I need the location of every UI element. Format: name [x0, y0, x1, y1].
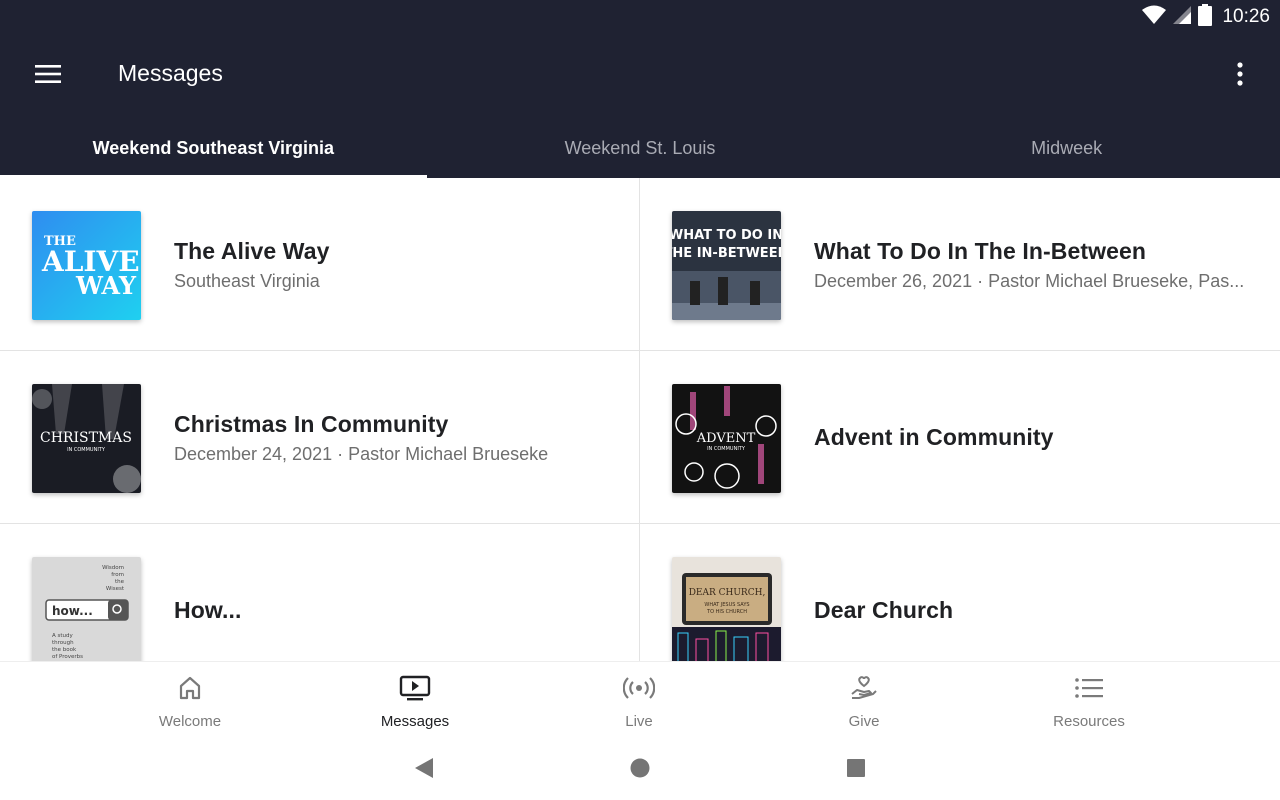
item-title: How...	[174, 597, 242, 623]
thumb-text: IN COMMUNITY	[707, 446, 746, 452]
item-text: Dear Church	[814, 524, 1254, 661]
tab-midweek[interactable]: Midweek	[853, 118, 1280, 178]
more-vert-icon	[1236, 61, 1244, 91]
thumb-text: DEAR CHURCH,	[689, 588, 766, 598]
thumb-text: WHAT TO DO IN	[672, 228, 781, 243]
system-navigation-bar	[0, 739, 1280, 800]
series-thumbnail: THE ALIVE WAY	[32, 211, 141, 320]
tab-weekend-st-louis[interactable]: Weekend St. Louis	[427, 118, 854, 178]
list-item[interactable]: DEAR CHURCH, WHAT JESUS SAYS TO HIS CHUR…	[640, 524, 1280, 661]
item-text: What To Do In The In-Between December 26…	[814, 178, 1254, 351]
item-text: How...	[174, 524, 614, 661]
nav-give[interactable]: Give	[804, 674, 924, 734]
nav-label: Live	[625, 713, 653, 730]
overflow-menu-button[interactable]	[1218, 54, 1262, 98]
thumb-text: ADVENT	[696, 431, 756, 446]
nav-label: Welcome	[158, 713, 222, 730]
item-text: The Alive Way Southeast Virginia	[174, 178, 614, 351]
messages-list[interactable]: THE ALIVE WAY The Alive Way Southeast Vi…	[0, 178, 1280, 661]
system-home-button[interactable]	[626, 757, 654, 783]
item-title: The Alive Way	[174, 237, 330, 264]
nav-label: Resources	[1053, 713, 1125, 730]
system-recents-button[interactable]	[842, 757, 870, 783]
thumb-text: WHAT JESUS SAYS	[704, 602, 749, 608]
thumb-text: A study	[52, 633, 74, 639]
thumb-text: Wisest	[106, 586, 125, 592]
nav-resources[interactable]: Resources	[1029, 674, 1149, 734]
home-icon	[176, 674, 204, 707]
system-back-button[interactable]	[410, 757, 438, 783]
list-item[interactable]: Wisdom from the Wisest how... A study th…	[0, 524, 640, 661]
thumb-text: CHRISTMAS	[40, 430, 132, 446]
item-text: Christmas In Community December 24, 2021…	[174, 351, 614, 524]
item-title: What To Do In The In-Between	[814, 237, 1147, 264]
recents-square-icon	[845, 757, 867, 784]
thumb-text: WAY	[75, 271, 137, 300]
hamburger-menu-icon	[35, 64, 61, 89]
thumb-text: Wisdom	[102, 565, 124, 571]
menu-button[interactable]	[22, 54, 74, 98]
series-thumbnail: CHRISTMAS IN COMMUNITY	[32, 384, 141, 493]
list-item[interactable]: ADVENT IN COMMUNITY Advent in Community	[640, 351, 1280, 524]
hand-heart-icon	[849, 674, 879, 707]
item-title: Christmas In Community	[174, 410, 449, 437]
thumb-text: the	[115, 579, 125, 585]
item-title: Advent in Community	[814, 424, 1054, 450]
status-icons: 10:26	[1142, 3, 1270, 31]
thumb-text: TO HIS CHURCH	[706, 609, 747, 615]
item-text: Advent in Community	[814, 351, 1254, 524]
tab-weekend-southeast-virginia[interactable]: Weekend Southeast Virginia	[0, 118, 427, 178]
item-title: Dear Church	[814, 597, 954, 623]
series-thumbnail: Wisdom from the Wisest how... A study th…	[32, 557, 141, 661]
home-circle-icon	[629, 757, 651, 784]
page-title: Messages	[118, 60, 223, 86]
thumb-text: through	[52, 640, 74, 646]
broadcast-icon	[622, 674, 656, 707]
thumb-text: from	[111, 572, 124, 578]
wifi-icon	[1142, 5, 1167, 30]
series-thumbnail: WHAT TO DO IN THE IN-BETWEEN	[672, 211, 781, 320]
back-triangle-icon	[413, 757, 435, 784]
item-subtitle: Southeast Virginia	[174, 270, 320, 291]
signal-icon	[1172, 5, 1192, 30]
list-item[interactable]: THE ALIVE WAY The Alive Way Southeast Vi…	[0, 178, 640, 351]
series-thumbnail: DEAR CHURCH, WHAT JESUS SAYS TO HIS CHUR…	[672, 557, 781, 661]
nav-label: Give	[848, 713, 880, 730]
tab-bar: Weekend Southeast Virginia Weekend St. L…	[0, 118, 1280, 178]
bottom-navigation: Welcome Messages Live Give Resources	[0, 661, 1280, 739]
thumb-text: THE IN-BETWEEN	[672, 246, 781, 261]
list-item[interactable]: WHAT TO DO IN THE IN-BETWEEN What To Do …	[640, 178, 1280, 351]
nav-messages[interactable]: Messages	[355, 674, 475, 734]
nav-live[interactable]: Live	[579, 674, 699, 734]
video-player-icon	[399, 674, 431, 707]
thumb-text: of Proverbs	[52, 654, 83, 660]
status-bar: 10:26	[0, 0, 1280, 34]
item-subtitle: December 24, 2021 · Pastor Michael Brues…	[174, 443, 549, 464]
thumb-text: the book	[52, 647, 77, 653]
nav-label: Messages	[380, 713, 450, 730]
status-time: 10:26	[1222, 6, 1270, 27]
list-icon	[1074, 674, 1104, 707]
thumb-text: IN COMMUNITY	[67, 447, 106, 453]
battery-icon	[1198, 3, 1213, 31]
list-item[interactable]: CHRISTMAS IN COMMUNITY Christmas In Comm…	[0, 351, 640, 524]
item-subtitle: December 26, 2021 · Pastor Michael Brues…	[814, 270, 1245, 291]
series-thumbnail: ADVENT IN COMMUNITY	[672, 384, 781, 493]
nav-welcome[interactable]: Welcome	[130, 674, 250, 734]
thumb-text: how...	[52, 604, 93, 618]
app-bar: Messages	[0, 34, 1280, 118]
